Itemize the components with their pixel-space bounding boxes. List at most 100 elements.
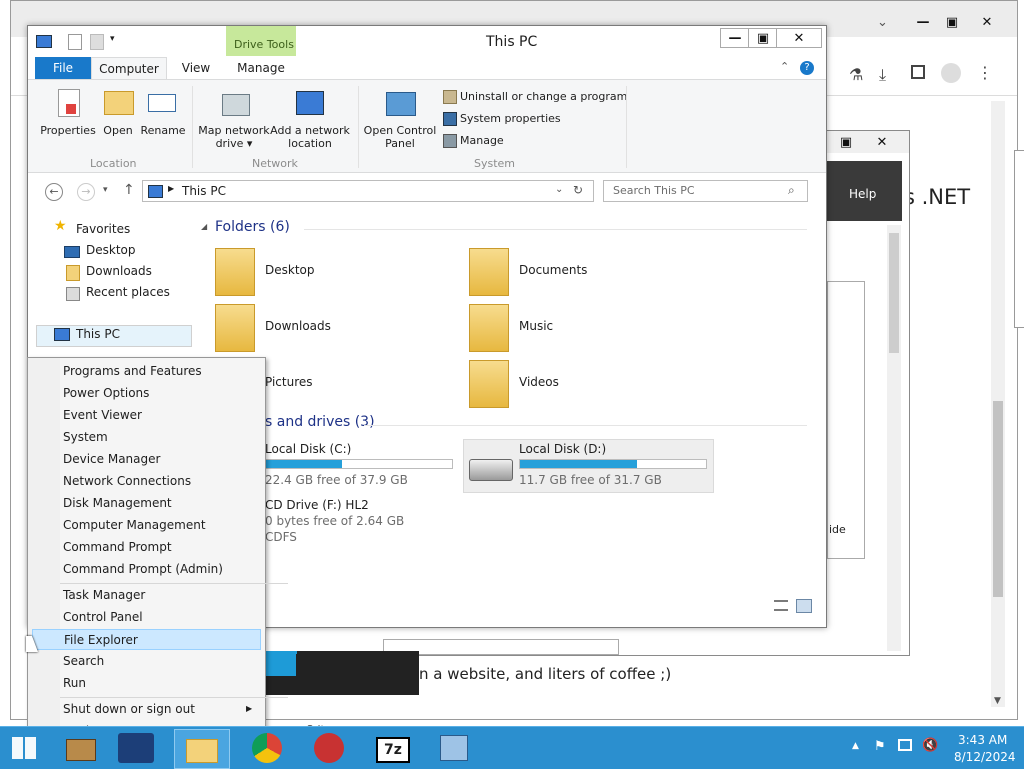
profile-icon[interactable] — [941, 63, 961, 83]
open-button[interactable]: Open — [98, 124, 138, 137]
clock-date[interactable]: 8/12/2024 — [954, 750, 1016, 764]
chrome-icon — [252, 733, 282, 763]
taskbar-powershell[interactable] — [118, 733, 154, 763]
customize-qat-icon[interactable]: ▾ — [110, 34, 115, 44]
drive-d-name[interactable]: Local Disk (D:) — [519, 442, 606, 456]
sidebar-item-favorites[interactable]: Favorites — [76, 222, 130, 236]
menu-item-computer-management[interactable]: Computer Management — [32, 515, 261, 536]
download-icon[interactable]: ⤓ — [879, 65, 886, 85]
tab-manage[interactable]: Manage — [226, 57, 296, 79]
folder-videos[interactable]: Videos — [519, 375, 559, 389]
system-properties-icon — [443, 112, 457, 126]
system-properties-button[interactable]: System properties — [460, 112, 561, 125]
control-panel-icon — [386, 92, 416, 116]
volume-muted-icon[interactable]: 🔇 — [922, 738, 938, 753]
recent-locations-icon[interactable]: ▾ — [103, 185, 108, 195]
sidebar-toggle-icon[interactable] — [911, 65, 925, 79]
menu-item-command-prompt[interactable]: Command Prompt — [32, 537, 261, 558]
drive-c-name[interactable]: Local Disk (C:) — [265, 442, 351, 456]
chevron-down-icon[interactable]: ⌄ — [877, 15, 888, 30]
folder-documents[interactable]: Documents — [519, 263, 587, 277]
folders-group-header[interactable]: Folders (6) — [215, 219, 290, 235]
dialog-scrollbar-thumb[interactable] — [889, 233, 899, 353]
menu-item-power-options[interactable]: Power Options — [32, 383, 261, 404]
browser-minimize-button[interactable]: — — [908, 13, 938, 31]
menu-separator — [60, 583, 288, 584]
folder-downloads[interactable]: Downloads — [265, 319, 331, 333]
large-icons-view-icon[interactable] — [796, 599, 812, 613]
folder-desktop[interactable]: Desktop — [265, 263, 315, 277]
sidebar-item-recent-places[interactable]: Recent places — [86, 285, 170, 299]
map-network-drive-button[interactable]: Map network drive ▾ — [196, 124, 272, 150]
tab-computer[interactable]: Computer — [91, 57, 167, 79]
collapse-ribbon-icon[interactable]: ⌃ — [780, 60, 789, 73]
details-view-icon[interactable] — [774, 600, 788, 611]
menu-item-shut-down-or-sign-out[interactable]: Shut down or sign out — [32, 699, 261, 720]
map-network-drive-icon — [222, 94, 250, 116]
uninstall-program-button[interactable]: Uninstall or change a program — [460, 90, 627, 103]
menu-item-network-connections[interactable]: Network Connections — [32, 471, 261, 492]
tab-view[interactable]: View — [168, 57, 224, 79]
menu-item-command-prompt-admin[interactable]: Command Prompt (Admin) — [32, 559, 261, 580]
folder-pictures[interactable]: Pictures — [265, 375, 313, 389]
rename-button[interactable]: Rename — [138, 124, 188, 137]
dialog-maximize-button[interactable]: ▣ — [833, 133, 859, 151]
menu-item-device-manager[interactable]: Device Manager — [32, 449, 261, 470]
explorer-close-button[interactable]: ✕ — [776, 28, 822, 48]
open-control-panel-button[interactable]: Open Control Panel — [362, 124, 438, 150]
refresh-icon[interactable]: ↻ — [573, 183, 583, 197]
show-hidden-icons-icon[interactable]: ▲ — [852, 741, 859, 751]
breadcrumb-separator-icon: ▶ — [168, 184, 175, 193]
up-arrow-icon[interactable]: ↑ — [123, 182, 135, 198]
help-icon[interactable]: ? — [800, 61, 814, 75]
extensions-icon[interactable]: ⚗ — [849, 65, 863, 84]
drive-f-filesystem: CDFS — [265, 530, 297, 544]
desktop-icon — [64, 246, 80, 258]
back-button[interactable]: ← — [45, 183, 63, 201]
explorer-maximize-button[interactable]: ▣ — [748, 28, 778, 48]
folder-music[interactable]: Music — [519, 319, 553, 333]
sidebar-item-this-pc[interactable]: This PC — [76, 327, 120, 341]
menu-item-system[interactable]: System — [32, 427, 261, 448]
properties-button[interactable]: Properties — [40, 124, 96, 137]
action-center-flag-icon[interactable]: ⚑ — [874, 739, 886, 754]
network-tray-icon[interactable] — [898, 739, 912, 751]
start-button[interactable] — [0, 727, 50, 769]
browser-maximize-button[interactable]: ▣ — [937, 13, 967, 31]
menu-item-event-viewer[interactable]: Event Viewer — [32, 405, 261, 426]
tab-file[interactable]: File — [35, 57, 91, 79]
menu-item-programs-and-features[interactable]: Programs and Features — [32, 361, 261, 382]
scroll-down-arrow-icon[interactable]: ▼ — [994, 696, 1001, 706]
browser-scrollbar-thumb[interactable] — [993, 401, 1003, 597]
add-network-location-button[interactable]: Add a network location — [270, 124, 350, 150]
sidebar-item-downloads[interactable]: Downloads — [86, 264, 152, 278]
windows-logo-icon — [12, 737, 36, 759]
dialog-inner-panel — [827, 281, 865, 559]
folders-group-arrow-icon[interactable]: ◢ — [201, 222, 207, 231]
dialog-close-button[interactable]: ✕ — [867, 133, 897, 151]
menu-item-disk-management[interactable]: Disk Management — [32, 493, 261, 514]
add-network-location-icon — [296, 91, 324, 115]
new-folder-quick-icon[interactable] — [90, 34, 104, 50]
browser-close-button[interactable]: ✕ — [969, 13, 1005, 31]
menu-item-control-panel[interactable]: Control Panel — [32, 607, 261, 628]
sidebar-item-desktop[interactable]: Desktop — [86, 243, 136, 257]
manage-button[interactable]: Manage — [460, 134, 504, 147]
breadcrumb[interactable]: This PC — [182, 184, 226, 198]
pdf-app-icon — [314, 733, 344, 763]
explorer-minimize-button[interactable]: — — [720, 28, 750, 48]
drives-group-header[interactable]: s and drives (3) — [265, 414, 375, 430]
search-icon[interactable]: ⌕ — [788, 183, 795, 198]
address-dropdown-icon[interactable]: ⌄ — [555, 184, 563, 195]
menu-item-run[interactable]: Run — [32, 673, 261, 694]
menu-item-search[interactable]: Search — [32, 651, 261, 672]
menu-icon[interactable]: ⋮ — [977, 63, 993, 82]
clock-time[interactable]: 3:43 AM — [958, 733, 1007, 747]
forward-button[interactable]: → — [77, 183, 95, 201]
menu-item-file-explorer[interactable]: File Explorer — [32, 629, 261, 650]
drive-c-usage-fill — [266, 460, 343, 468]
drive-f-name[interactable]: CD Drive (F:) HL2 — [265, 498, 369, 512]
properties-quick-icon[interactable] — [68, 34, 82, 50]
help-menu-item[interactable]: Help — [849, 187, 876, 201]
menu-item-task-manager[interactable]: Task Manager — [32, 585, 261, 606]
